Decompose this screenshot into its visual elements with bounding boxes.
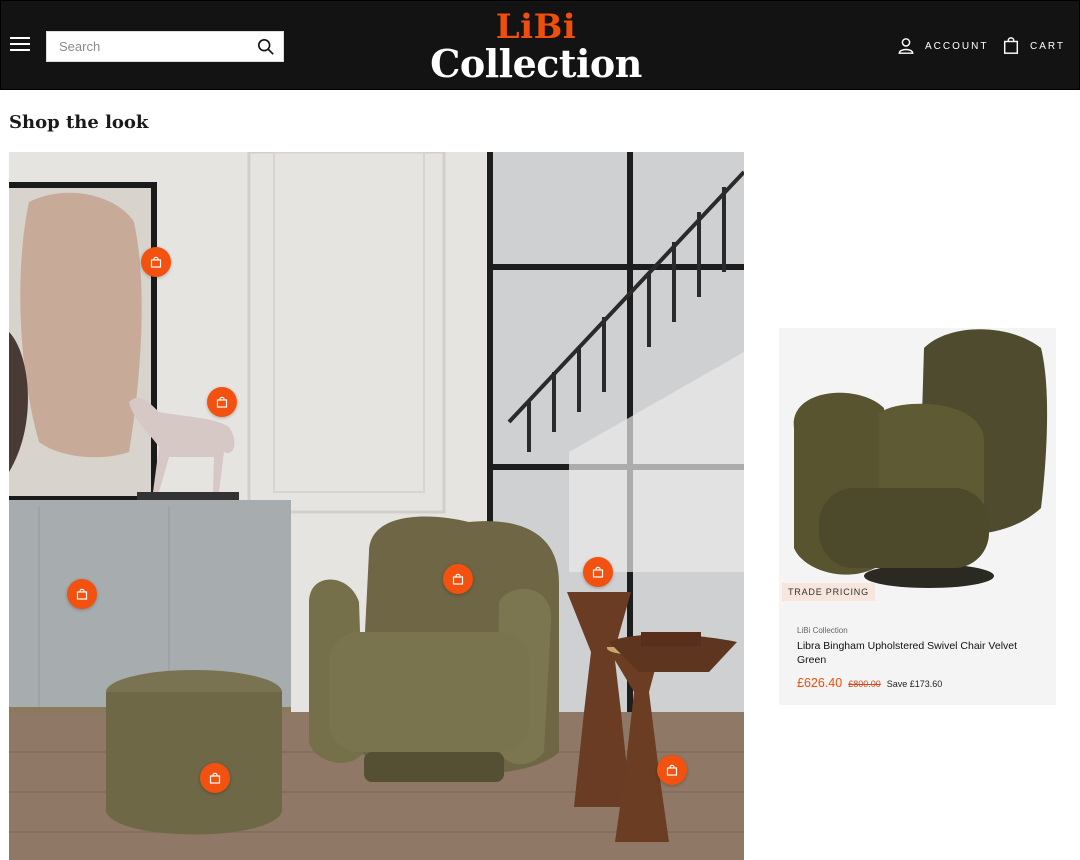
sale-price: £626.40	[797, 676, 843, 690]
room-scene-illustration	[9, 152, 744, 860]
search-icon[interactable]	[257, 38, 275, 56]
trade-pricing-badge: TRADE PRICING	[782, 583, 875, 601]
logo-top-text: LiBi	[495, 7, 577, 47]
search-input[interactable]	[47, 32, 247, 61]
cart-label: CART	[1030, 40, 1066, 52]
logo-bottom-text: Collection	[430, 41, 642, 86]
shopping-bag-icon	[150, 256, 162, 268]
product-hotspot[interactable]	[207, 387, 237, 417]
product-hotspot[interactable]	[67, 579, 97, 609]
compare-price: £800.00	[848, 679, 881, 689]
site-header: LiBi Collection ACCOUNT CART	[0, 0, 1080, 90]
user-icon	[898, 38, 914, 54]
account-label: ACCOUNT	[925, 40, 989, 52]
site-logo[interactable]: LiBi Collection	[425, 9, 647, 89]
product-hotspot[interactable]	[200, 763, 230, 793]
search-form	[46, 31, 284, 62]
menu-icon[interactable]	[10, 37, 30, 53]
product-hotspot[interactable]	[141, 247, 171, 277]
product-hotspot[interactable]	[443, 564, 473, 594]
product-vendor: LiBi Collection	[797, 626, 848, 635]
savings-label: Save £173.60	[886, 679, 943, 689]
shopping-bag-icon	[452, 573, 464, 585]
shopping-bag-icon	[666, 764, 678, 776]
shopping-bag-icon	[592, 566, 604, 578]
product-prices: £626.40 £800.00 Save £173.60	[797, 676, 942, 690]
product-image	[779, 328, 1056, 603]
product-hotspot[interactable]	[657, 755, 687, 785]
shopping-bag-icon	[76, 588, 88, 600]
product-title[interactable]: Libra Bingham Upholstered Swivel Chair V…	[797, 639, 1047, 667]
shop-the-look-image	[9, 152, 744, 860]
bag-icon	[1003, 37, 1019, 54]
shopping-bag-icon	[216, 396, 228, 408]
cart-link[interactable]: CART	[1002, 36, 1065, 56]
shopping-bag-icon	[209, 772, 221, 784]
section-title: Shop the look	[9, 112, 149, 133]
account-link[interactable]: ACCOUNT	[897, 36, 988, 56]
product-hotspot[interactable]	[583, 557, 613, 587]
product-card[interactable]: TRADE PRICING LiBi Collection Libra Bing…	[779, 328, 1056, 705]
